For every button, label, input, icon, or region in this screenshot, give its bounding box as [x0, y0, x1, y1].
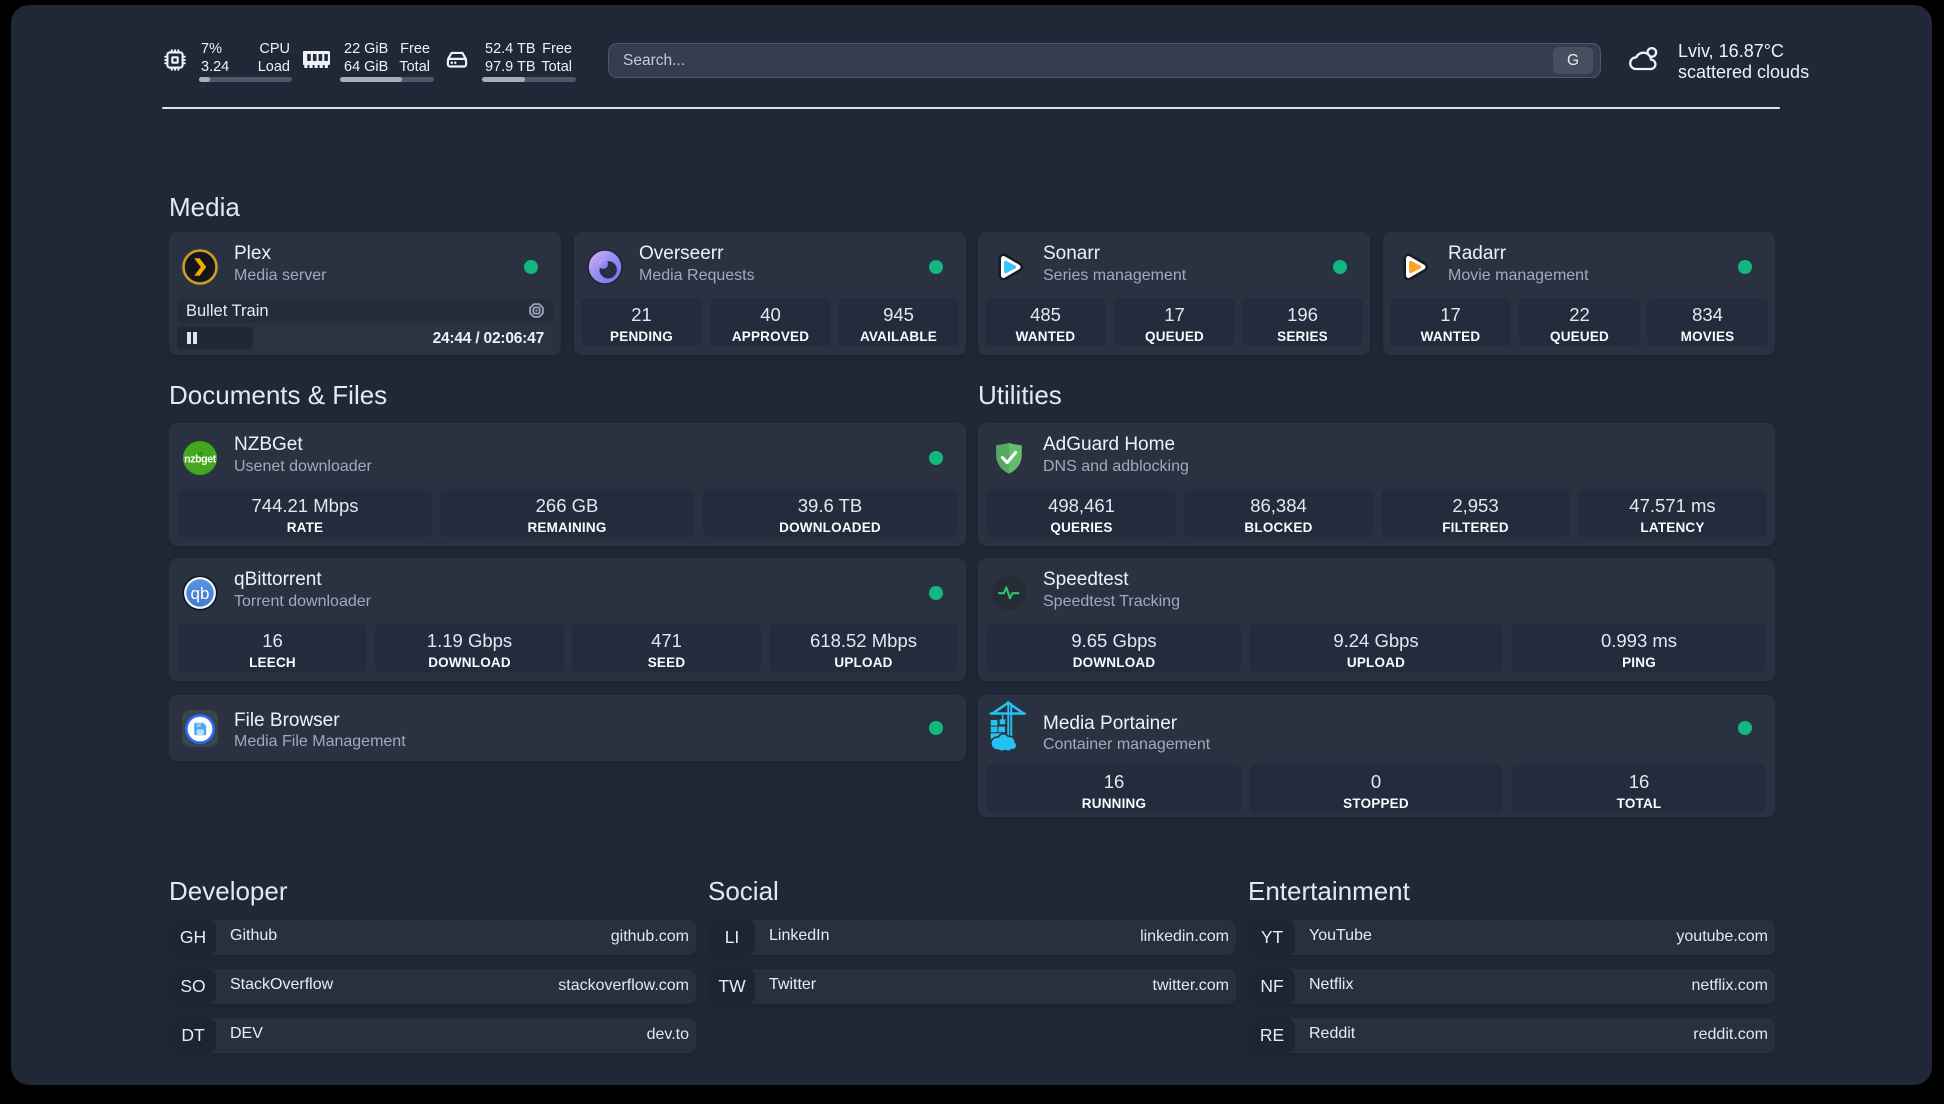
- svg-text:qb: qb: [191, 584, 210, 603]
- svg-text:nzbget: nzbget: [184, 454, 217, 466]
